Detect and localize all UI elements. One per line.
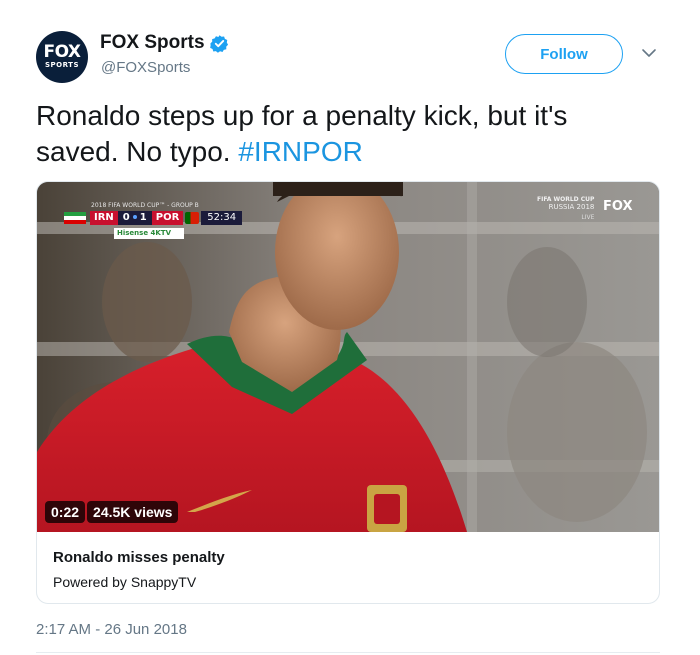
live-indicator: LIVE bbox=[581, 214, 595, 221]
video-duration: 0:22 bbox=[45, 501, 86, 523]
tweet: FOX SPORTS FOX Sports @FOXSports Follow … bbox=[0, 0, 700, 655]
hashtag-link[interactable]: #IRNPOR bbox=[238, 136, 362, 167]
avatar-logo-text: FOX bbox=[43, 42, 81, 62]
card-subtitle: Powered by SnappyTV bbox=[53, 574, 197, 590]
scorebug-header: 2018 FIFA WORLD CUP™ - GROUP B bbox=[91, 202, 199, 209]
follow-button[interactable]: Follow bbox=[505, 34, 623, 74]
avatar-logo-subtext: SPORTS bbox=[44, 61, 79, 69]
portugal-flag-icon bbox=[185, 212, 200, 224]
scorebug-sponsor: Hisense 4KTV bbox=[114, 228, 184, 239]
avatar[interactable]: FOX SPORTS bbox=[36, 31, 88, 83]
scorebug-away-team: POR bbox=[151, 211, 184, 225]
card-info[interactable]: Ronaldo misses penalty Powered by Snappy… bbox=[37, 532, 659, 603]
chevron-down-icon[interactable] bbox=[640, 44, 658, 62]
world-cup-logo-line2: RUSSIA 2018 bbox=[548, 203, 595, 211]
scorebug-home-score: 0 bbox=[122, 212, 130, 223]
verified-badge-icon bbox=[209, 34, 228, 53]
display-name[interactable]: FOX Sports bbox=[100, 32, 205, 54]
scorebug-away-score: 1 bbox=[139, 212, 147, 223]
world-cup-logo: FIFA WORLD CUP RUSSIA 2018 LIVE bbox=[537, 196, 594, 221]
video-player[interactable]: 2018 FIFA WORLD CUP™ - GROUP B IRN 01 PO… bbox=[37, 182, 659, 532]
iran-flag-icon bbox=[64, 212, 86, 224]
scorebug: 2018 FIFA WORLD CUP™ - GROUP B IRN 01 PO… bbox=[64, 202, 243, 239]
video-views: 24.5K views bbox=[87, 501, 179, 523]
scorebug-clock: 52:34 bbox=[201, 211, 243, 225]
name-row: FOX Sports bbox=[100, 32, 229, 54]
card-title: Ronaldo misses penalty bbox=[53, 549, 225, 566]
network-logo: FOX bbox=[603, 199, 633, 214]
tweet-timestamp[interactable]: 2:17 AM - 26 Jun 2018 bbox=[36, 621, 187, 638]
scorebug-score: 01 bbox=[117, 211, 152, 225]
scorebug-home-team: IRN bbox=[90, 211, 118, 225]
divider bbox=[36, 652, 660, 653]
media-card[interactable]: 2018 FIFA WORLD CUP™ - GROUP B IRN 01 PO… bbox=[36, 181, 660, 604]
video-badges: 0:22 24.5K views bbox=[45, 501, 180, 523]
tweet-text: Ronaldo steps up for a penalty kick, but… bbox=[36, 98, 656, 170]
world-cup-logo-line1: FIFA WORLD CUP bbox=[537, 196, 595, 203]
handle[interactable]: @FOXSports bbox=[101, 59, 190, 76]
